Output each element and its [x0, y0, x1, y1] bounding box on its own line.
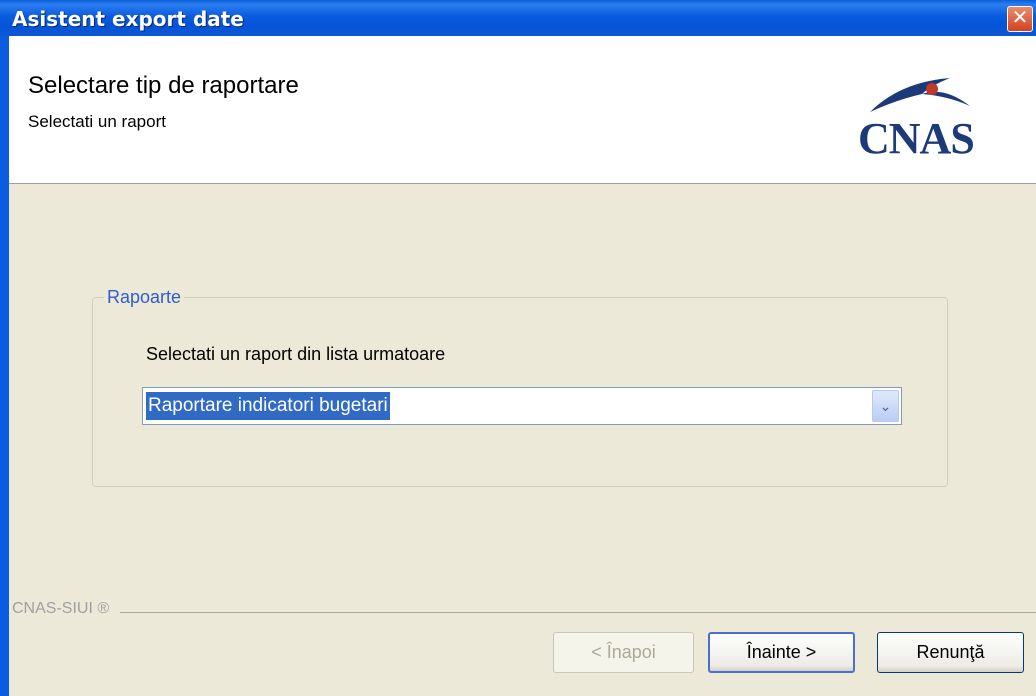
- report-select-value: Raportare indicatori bugetari: [146, 392, 390, 420]
- reports-group-legend: Rapoarte: [104, 287, 185, 308]
- footer-label: CNAS-SIUI ®: [12, 600, 116, 618]
- page-title: Selectare tip de raportare: [28, 72, 299, 99]
- next-button[interactable]: Înainte >: [708, 632, 855, 673]
- window-border: [0, 36, 9, 696]
- back-button[interactable]: < Înapoi: [553, 632, 694, 673]
- page-subtitle: Selectati un raport: [28, 112, 166, 131]
- title-bar[interactable]: Asistent export date ✕: [0, 0, 1036, 36]
- cnas-logo-text: CNAS: [858, 114, 975, 163]
- report-prompt: Selectati un raport din lista urmatoare: [146, 344, 446, 364]
- report-select[interactable]: Raportare indicatori bugetari ⌄: [142, 387, 902, 425]
- cancel-button[interactable]: Renunţă: [877, 632, 1024, 673]
- footer-divider: [120, 612, 1036, 613]
- window-title: Asistent export date: [12, 7, 244, 31]
- close-icon: ✕: [1011, 7, 1029, 29]
- close-button[interactable]: ✕: [1007, 6, 1033, 32]
- chevron-down-icon: ⌄: [879, 398, 892, 414]
- dropdown-button[interactable]: ⌄: [872, 390, 899, 422]
